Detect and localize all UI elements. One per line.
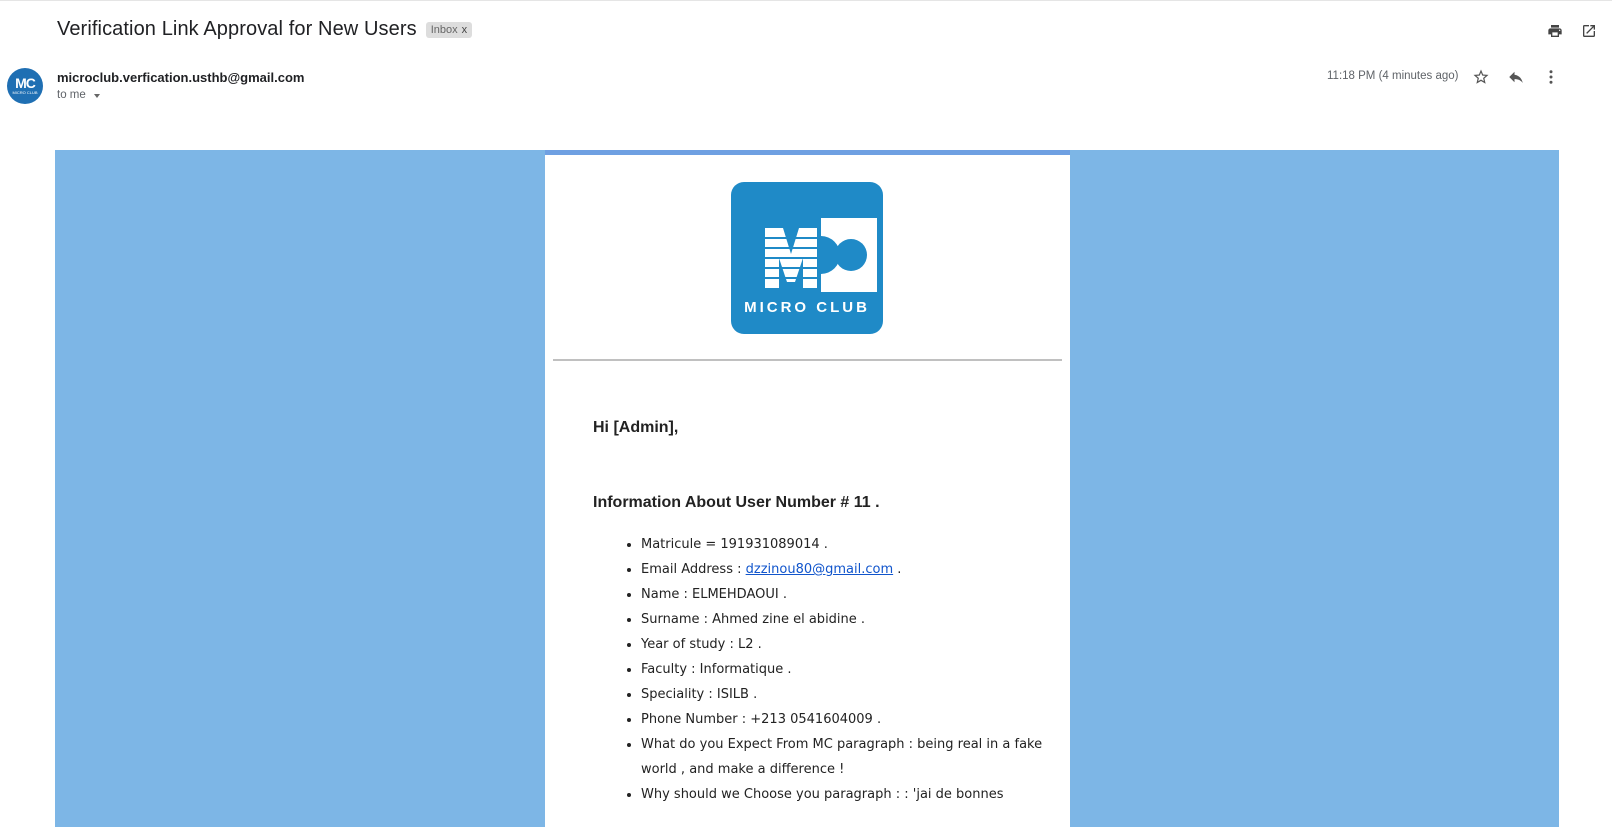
list-item: Why should we Choose you paragraph : : '… [641,782,1061,807]
thread-actions [1546,22,1598,40]
list-item: Surname : Ahmed zine el abidine . [641,607,1061,632]
list-item: Phone Number : +213 0541604009 . [641,707,1061,732]
message-actions [1471,67,1561,87]
list-item: What do you Expect From MC paragraph : b… [641,732,1061,782]
sender-email[interactable]: microclub.verfication.usthb@gmail.com [57,70,304,85]
remove-label-button[interactable]: x [462,24,468,36]
print-icon[interactable] [1546,22,1564,40]
inbox-label-chip[interactable]: Inbox x [425,21,473,38]
email-timestamp: 11:18 PM (4 minutes ago) [1327,70,1459,82]
list-item: Faculty : Informatique . [641,657,1061,682]
avatar-initials: MC [15,75,36,91]
top-border [0,0,1612,1]
email-subject: Verification Link Approval for New Users [57,18,417,40]
list-item: Name : ELMEHDAOUI . [641,582,1061,607]
open-in-new-window-icon[interactable] [1580,22,1598,40]
star-icon[interactable] [1471,67,1491,87]
recipient-details-toggle[interactable]: to me [57,89,100,101]
micro-club-logo: MICRO CLUB [731,182,883,334]
recipient-text: to me [57,89,86,101]
info-title: Information About User Number # 11 . [593,494,880,511]
list-item: Matricule = 191931089014 . [641,532,1061,557]
user-email-link[interactable]: dzzinou80@gmail.com [746,562,894,577]
reply-icon[interactable] [1506,67,1526,87]
user-info-list: Matricule = 191931089014 . Email Address… [593,532,1061,807]
mc-logo-mark [761,218,877,292]
email-body-background: MICRO CLUB Hi [Admin], Information About… [55,150,1559,827]
greeting: Hi [Admin], [593,419,679,436]
subject-row: Verification Link Approval for New Users… [57,18,473,41]
list-item: Year of study : L2 . [641,632,1061,657]
inbox-label-text: Inbox [430,23,458,36]
more-vertical-icon[interactable] [1541,67,1561,87]
logo-text: MICRO CLUB [744,299,870,316]
list-item: Speciality : ISILB . [641,682,1061,707]
header-divider [553,359,1062,361]
email-card: MICRO CLUB Hi [Admin], Information About… [545,150,1070,827]
chevron-down-icon [93,94,100,98]
sender-avatar[interactable]: MC MICRO CLUB [7,68,43,104]
list-item: Email Address : dzzinou80@gmail.com . [641,557,1061,582]
avatar-subtext: MICRO CLUB [12,90,38,95]
